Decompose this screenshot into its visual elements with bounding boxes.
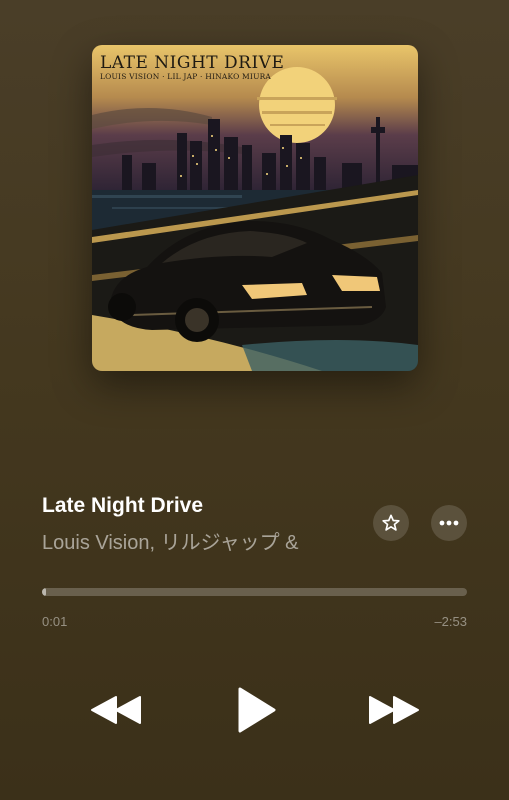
playback-scrubber[interactable] [42, 588, 467, 596]
artwork-title: LATE NIGHT DRIVE [100, 53, 285, 73]
artwork-credits: LOUIS VISION · LIL JAP · HINAKO MIURA [100, 72, 272, 81]
rewind-icon [91, 696, 141, 724]
fast-forward-button[interactable] [364, 690, 424, 730]
remaining-time: –2:53 [434, 614, 467, 629]
favorite-button[interactable] [373, 505, 409, 541]
album-art-illustration [92, 45, 418, 371]
play-icon [238, 687, 276, 733]
fast-forward-icon [369, 696, 419, 724]
album-artwork: LATE NIGHT DRIVE LOUIS VISION · LIL JAP … [92, 45, 418, 371]
star-icon [382, 514, 400, 531]
track-title[interactable]: Late Night Drive [42, 494, 203, 518]
playback-progress-fill [42, 588, 47, 596]
track-artist[interactable]: Louis Vision, リルジャップ & [42, 526, 367, 555]
more-options-button[interactable] [431, 505, 467, 541]
play-button[interactable] [228, 682, 284, 738]
ellipsis-icon [439, 520, 459, 526]
rewind-button[interactable] [86, 690, 146, 730]
elapsed-time: 0:01 [42, 614, 68, 629]
